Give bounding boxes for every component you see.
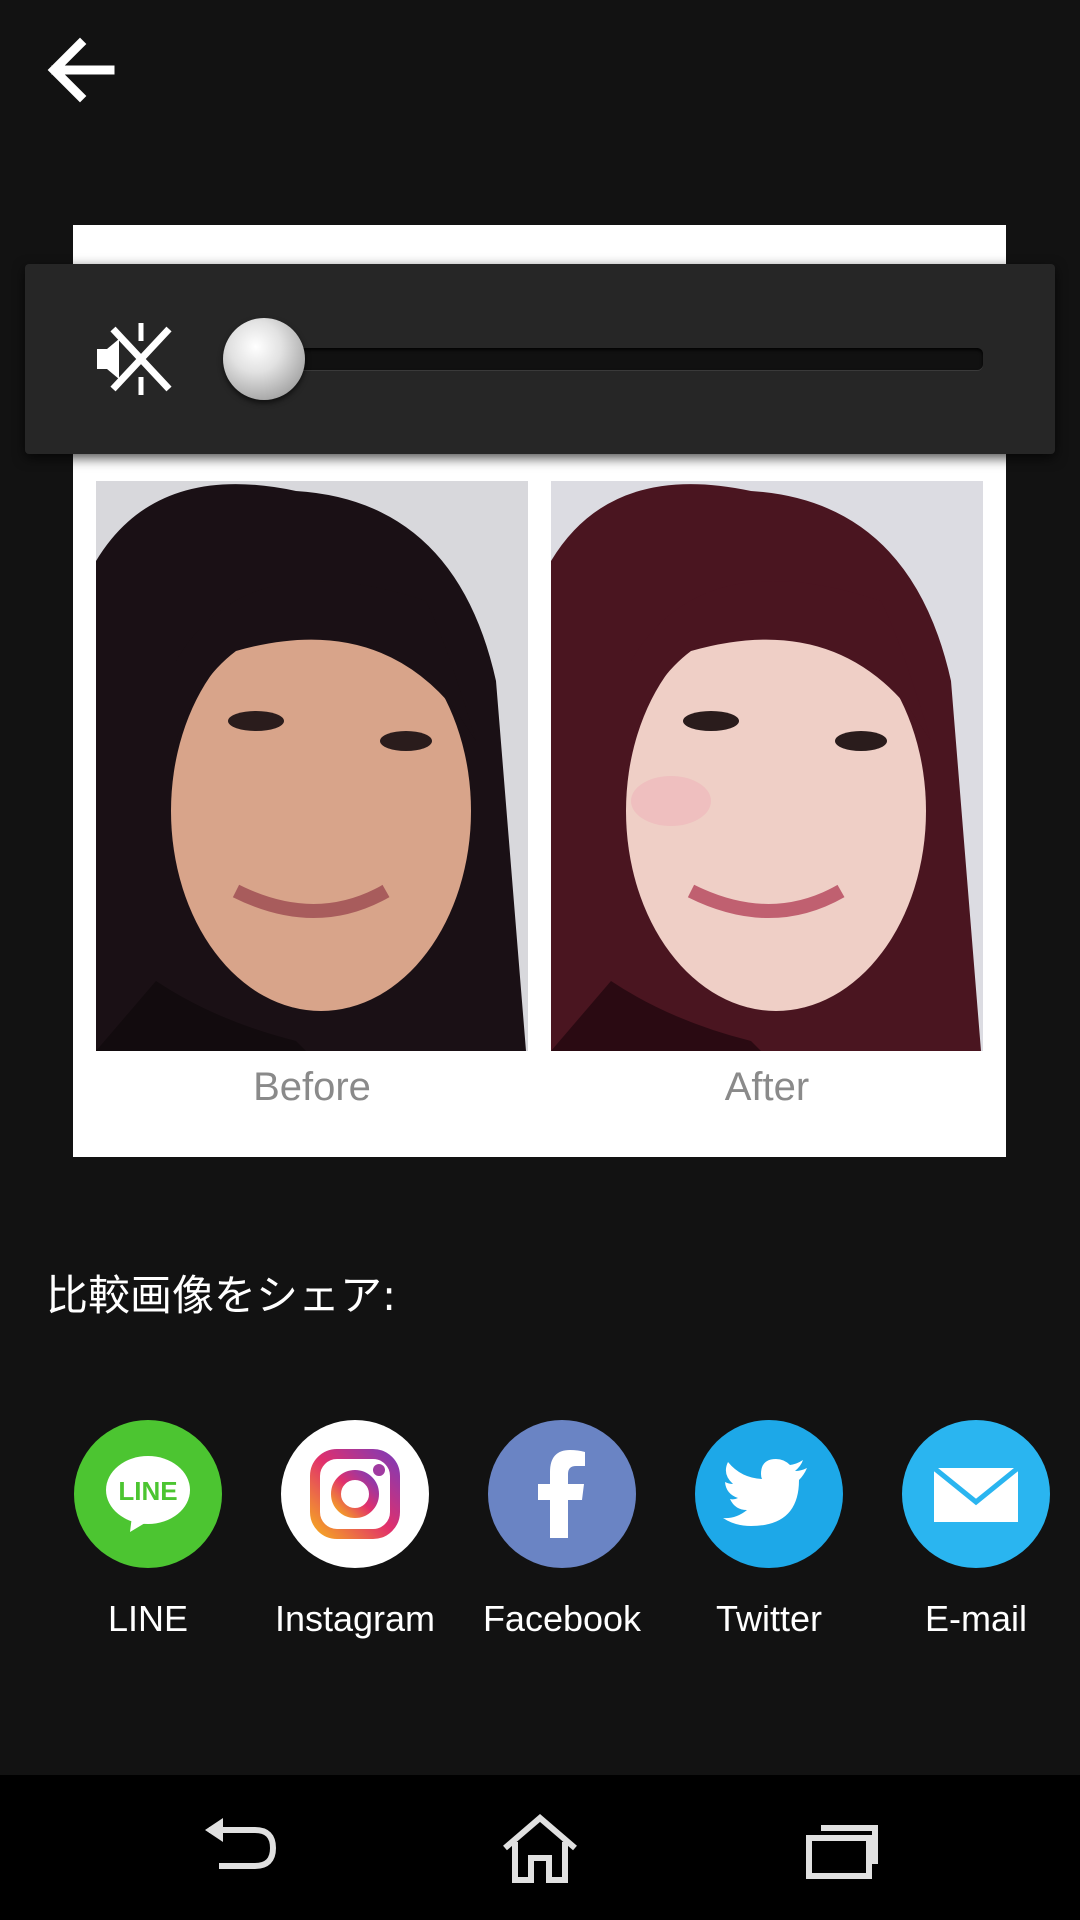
before-label: Before	[253, 1065, 371, 1109]
nav-back-icon	[205, 1818, 277, 1869]
volume-slider-knob[interactable]	[223, 318, 305, 400]
share-line-button[interactable]: LINE LINE	[53, 1420, 243, 1640]
share-twitter-label: Twitter	[715, 1598, 822, 1639]
nav-back-button[interactable]	[185, 1810, 295, 1890]
volume-panel	[25, 264, 1055, 454]
line-icon: LINE	[74, 1420, 222, 1568]
mail-icon	[902, 1420, 1050, 1568]
share-email-label: E-mail	[924, 1598, 1027, 1639]
svg-text:LINE: LINE	[118, 1476, 177, 1506]
nav-home-button[interactable]	[485, 1810, 595, 1890]
share-twitter-button[interactable]: Twitter	[674, 1420, 864, 1640]
before-photo	[96, 481, 528, 1051]
share-title: 比較画像をシェア:	[46, 1271, 397, 1320]
facebook-icon	[488, 1420, 636, 1568]
share-line-label: LINE	[107, 1598, 189, 1639]
share-instagram-button[interactable]: Instagram	[260, 1420, 450, 1640]
twitter-icon	[695, 1420, 843, 1568]
share-facebook-button[interactable]: Facebook	[467, 1420, 657, 1640]
volume-slider-track[interactable]	[265, 348, 983, 370]
navigation-bar	[0, 1775, 1080, 1920]
instagram-icon	[281, 1420, 429, 1568]
speaker-muted-icon[interactable]	[85, 319, 175, 399]
after-label: After	[724, 1065, 810, 1109]
share-email-button[interactable]: E-mail	[881, 1420, 1071, 1640]
nav-recents-icon	[806, 1825, 878, 1879]
nav-home-icon	[503, 1814, 577, 1883]
nav-recents-button[interactable]	[785, 1810, 895, 1890]
share-instagram-label: Instagram	[274, 1598, 436, 1639]
share-facebook-label: Facebook	[482, 1598, 642, 1639]
arrow-left-icon	[47, 37, 115, 103]
back-button[interactable]	[40, 30, 130, 110]
after-photo	[551, 481, 983, 1051]
